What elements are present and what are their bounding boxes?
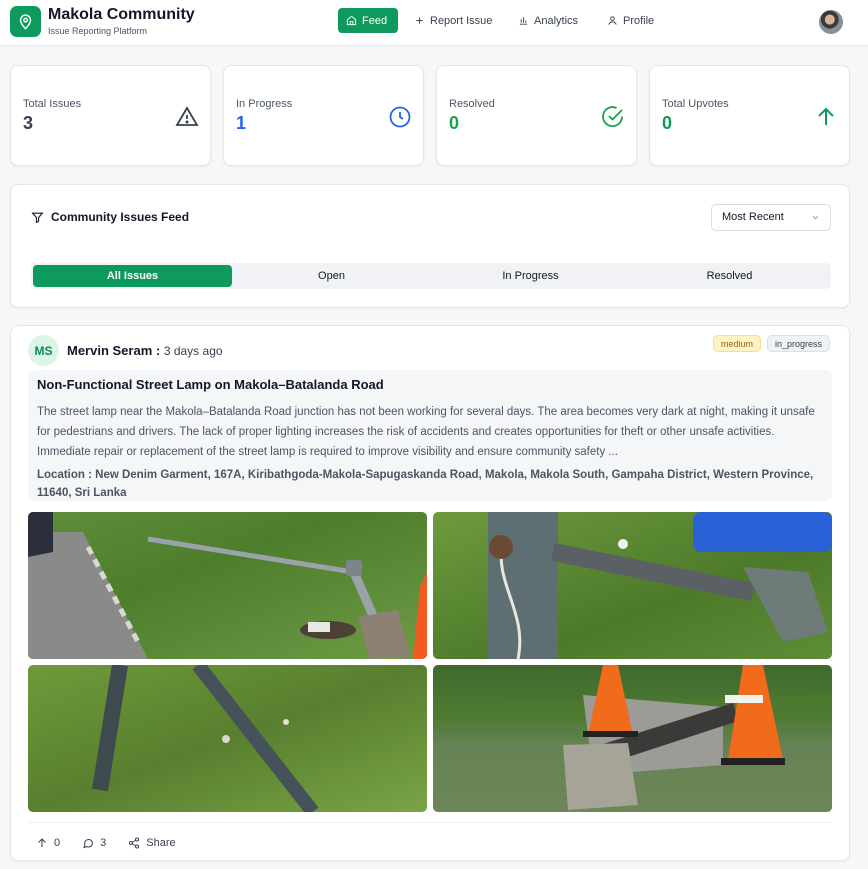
nav-feed[interactable]: Feed bbox=[338, 8, 398, 33]
sort-select[interactable]: Most Recent bbox=[711, 204, 831, 231]
check-circle-icon bbox=[602, 106, 623, 128]
nav-feed-label: Feed bbox=[362, 14, 388, 27]
map-pin-icon bbox=[19, 14, 32, 30]
issue-photo[interactable] bbox=[28, 665, 427, 812]
stat-label: Total Issues bbox=[23, 98, 82, 110]
nav-profile[interactable]: Profile bbox=[599, 8, 662, 33]
share-label: Share bbox=[146, 836, 176, 849]
filter-icon bbox=[31, 212, 44, 223]
severity-badge: medium bbox=[713, 335, 762, 352]
feed-title: Community Issues Feed bbox=[31, 210, 189, 224]
issue-photo[interactable] bbox=[28, 512, 427, 659]
stat-card-resolved: Resolved 0 bbox=[436, 65, 637, 166]
clock-icon bbox=[389, 106, 411, 128]
post-time: 3 days ago bbox=[163, 344, 223, 358]
chevron-down-icon bbox=[812, 216, 819, 220]
logo[interactable] bbox=[10, 6, 41, 37]
upvote-button[interactable]: 0 bbox=[36, 837, 60, 849]
app-subtitle: Issue Reporting Platform bbox=[48, 26, 148, 36]
stat-label: In Progress bbox=[236, 98, 293, 110]
issue-description: The street lamp near the Makola–Bataland… bbox=[37, 406, 815, 458]
user-avatar[interactable] bbox=[819, 10, 843, 34]
issue-post: MS Mervin Seram : 3 days ago medium in_p… bbox=[10, 325, 850, 861]
comments-button[interactable]: 3 bbox=[82, 837, 106, 849]
status-tabs: All Issues Open In Progress Resolved bbox=[31, 263, 831, 289]
issue-photo[interactable] bbox=[433, 512, 832, 659]
status-badge: in_progress bbox=[767, 335, 831, 352]
home-icon bbox=[346, 15, 357, 26]
tab-all-issues[interactable]: All Issues bbox=[33, 265, 232, 287]
author-line: Mervin Seram : 3 days ago bbox=[67, 343, 223, 358]
author-avatar: MS bbox=[28, 335, 59, 366]
issue-photo[interactable] bbox=[433, 665, 832, 812]
feed-filter-card: Community Issues Feed Most Recent All Is… bbox=[10, 184, 850, 308]
plus-icon bbox=[416, 17, 423, 24]
tab-in-progress[interactable]: In Progress bbox=[431, 265, 630, 287]
nav-analytics-label: Analytics bbox=[534, 14, 579, 27]
tab-open[interactable]: Open bbox=[232, 265, 431, 287]
nav-report-label: Report Issue bbox=[430, 14, 493, 27]
nav-report-issue[interactable]: Report Issue bbox=[406, 8, 500, 33]
feed-title-label: Community Issues Feed bbox=[51, 210, 190, 224]
user-icon bbox=[608, 16, 617, 25]
issue-content: Non-Functional Street Lamp on Makola–Bat… bbox=[28, 370, 832, 501]
nav-profile-label: Profile bbox=[623, 14, 655, 27]
share-button[interactable]: Share bbox=[128, 836, 176, 849]
stat-label: Total Upvotes bbox=[662, 98, 729, 110]
stat-value: 0 bbox=[449, 113, 460, 133]
upvote-count: 0 bbox=[54, 836, 61, 849]
stat-card-total-upvotes: Total Upvotes 0 bbox=[649, 65, 850, 166]
stat-value: 3 bbox=[23, 113, 34, 133]
tab-resolved[interactable]: Resolved bbox=[630, 265, 829, 287]
stat-value: 0 bbox=[662, 113, 673, 133]
stat-value: 1 bbox=[236, 113, 247, 133]
stat-card-total-issues: Total Issues 3 bbox=[10, 65, 211, 166]
arrow-up-icon bbox=[818, 107, 834, 125]
nav-analytics[interactable]: Analytics bbox=[510, 8, 586, 33]
post-actions: 0 3 Share bbox=[28, 822, 832, 862]
app-title: Makola Community bbox=[48, 6, 195, 23]
top-header: Makola Community Issue Reporting Platfor… bbox=[0, 0, 868, 46]
arrow-up-icon bbox=[38, 837, 46, 847]
share-icon bbox=[129, 837, 140, 848]
bar-chart-icon bbox=[519, 17, 528, 25]
author-name[interactable]: Mervin Seram : bbox=[67, 343, 160, 358]
warning-icon bbox=[175, 106, 199, 126]
sort-select-value: Most Recent bbox=[722, 211, 784, 223]
issue-title: Non-Functional Street Lamp on Makola–Bat… bbox=[37, 377, 384, 392]
comment-count: 3 bbox=[100, 836, 107, 849]
comment-icon bbox=[83, 838, 94, 848]
stat-label: Resolved bbox=[449, 98, 495, 110]
stat-card-in-progress: In Progress 1 bbox=[223, 65, 424, 166]
issue-location: Location : New Denim Garment, 167A, Kiri… bbox=[37, 469, 814, 499]
